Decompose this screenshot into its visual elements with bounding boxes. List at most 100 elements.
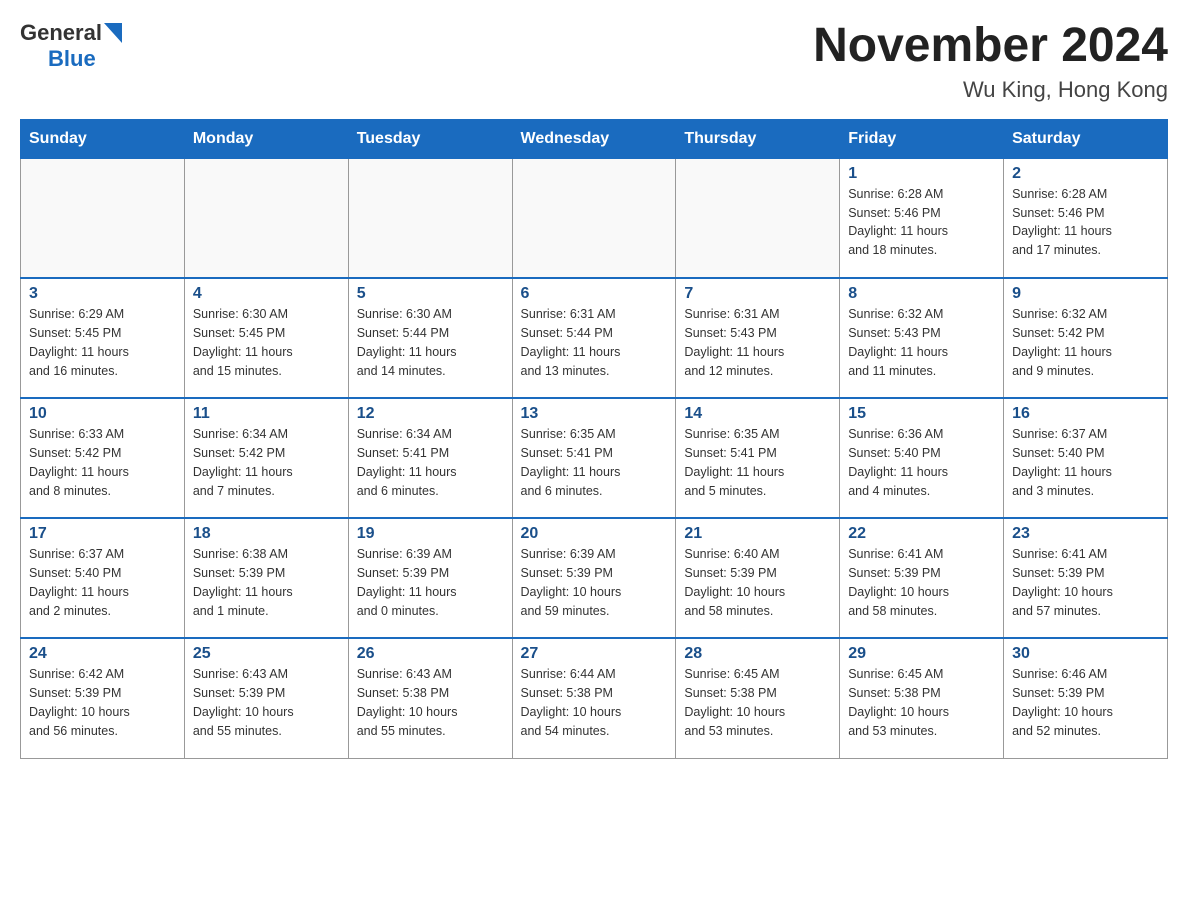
day-number: 6 [521, 285, 668, 303]
calendar-cell: 11Sunrise: 6:34 AMSunset: 5:42 PMDayligh… [184, 398, 348, 518]
day-number: 27 [521, 645, 668, 663]
day-info: Sunrise: 6:45 AMSunset: 5:38 PMDaylight:… [848, 665, 995, 740]
calendar-cell: 5Sunrise: 6:30 AMSunset: 5:44 PMDaylight… [348, 278, 512, 398]
day-number: 1 [848, 165, 995, 183]
day-info: Sunrise: 6:32 AMSunset: 5:42 PMDaylight:… [1012, 305, 1159, 380]
day-number: 12 [357, 405, 504, 423]
weekday-header-tuesday: Tuesday [348, 119, 512, 158]
day-number: 20 [521, 525, 668, 543]
day-info: Sunrise: 6:40 AMSunset: 5:39 PMDaylight:… [684, 545, 831, 620]
calendar-cell: 10 Sunrise: 6:33 AMSunset: 5:42 PMDayligh… [21, 398, 185, 518]
day-info: Sunrise: 6:38 AMSunset: 5:39 PMDaylight:… [193, 545, 340, 620]
day-info: Sunrise: 6:29 AMSunset: 5:45 PMDaylight:… [29, 305, 176, 380]
day-number: 3 [29, 285, 176, 303]
day-number: 24 [29, 645, 176, 663]
day-info: Sunrise: 6:31 AMSunset: 5:43 PMDaylight:… [684, 305, 831, 380]
day-number: 2 [1012, 165, 1159, 183]
calendar-cell: 20 Sunrise: 6:39 AMSunset: 5:39 PMDayligh… [512, 518, 676, 638]
day-info: Sunrise: 6:28 AMSunset: 5:46 PMDaylight:… [848, 185, 995, 260]
day-number: 10 [29, 405, 176, 423]
weekday-header-wednesday: Wednesday [512, 119, 676, 158]
calendar-cell: 12Sunrise: 6:34 AMSunset: 5:41 PMDayligh… [348, 398, 512, 518]
day-number: 28 [684, 645, 831, 663]
weekday-header-monday: Monday [184, 119, 348, 158]
day-number: 15 [848, 405, 995, 423]
day-info: Sunrise: 6:39 AMSunset: 5:39 PMDaylight:… [521, 545, 668, 620]
day-info: Sunrise: 6:32 AMSunset: 5:43 PMDaylight:… [848, 305, 995, 380]
calendar-cell: 13Sunrise: 6:35 AMSunset: 5:41 PMDayligh… [512, 398, 676, 518]
week-row-4: 17 Sunrise: 6:37 AMSunset: 5:40 PMDayligh… [21, 518, 1168, 638]
day-number: 25 [193, 645, 340, 663]
calendar-cell: 2 Sunrise: 6:28 AMSunset: 5:46 PMDaylight… [1004, 158, 1168, 278]
logo-general-text: General [20, 20, 102, 46]
calendar-cell: 30Sunrise: 6:46 AMSunset: 5:39 PMDayligh… [1004, 638, 1168, 758]
day-number: 26 [357, 645, 504, 663]
week-row-1: 1 Sunrise: 6:28 AMSunset: 5:46 PMDaylight… [21, 158, 1168, 278]
day-number: 16 [1012, 405, 1159, 423]
calendar-cell: 18Sunrise: 6:38 AMSunset: 5:39 PMDayligh… [184, 518, 348, 638]
weekday-header-saturday: Saturday [1004, 119, 1168, 158]
calendar-cell: 28 Sunrise: 6:45 AMSunset: 5:38 PMDayligh… [676, 638, 840, 758]
logo: General Blue [20, 20, 122, 72]
calendar-cell: 8 Sunrise: 6:32 AMSunset: 5:43 PMDaylight… [840, 278, 1004, 398]
calendar-cell: 27 Sunrise: 6:44 AMSunset: 5:38 PMDayligh… [512, 638, 676, 758]
weekday-header-row: SundayMondayTuesdayWednesdayThursdayFrid… [21, 119, 1168, 158]
weekday-header-friday: Friday [840, 119, 1004, 158]
calendar-cell: 22 Sunrise: 6:41 AMSunset: 5:39 PMDayligh… [840, 518, 1004, 638]
day-info: Sunrise: 6:45 AMSunset: 5:38 PMDaylight:… [684, 665, 831, 740]
day-number: 14 [684, 405, 831, 423]
day-number: 7 [684, 285, 831, 303]
day-number: 30 [1012, 645, 1159, 663]
day-info: Sunrise: 6:28 AMSunset: 5:46 PMDaylight:… [1012, 185, 1159, 260]
day-info: Sunrise: 6:42 AMSunset: 5:39 PMDaylight:… [29, 665, 176, 740]
day-number: 21 [684, 525, 831, 543]
day-info: Sunrise: 6:37 AMSunset: 5:40 PMDaylight:… [29, 545, 176, 620]
logo-triangle-icon [104, 23, 122, 43]
day-info: Sunrise: 6:31 AMSunset: 5:44 PMDaylight:… [521, 305, 668, 380]
calendar-cell: 15Sunrise: 6:36 AMSunset: 5:40 PMDayligh… [840, 398, 1004, 518]
calendar-cell: 24 Sunrise: 6:42 AMSunset: 5:39 PMDayligh… [21, 638, 185, 758]
day-info: Sunrise: 6:35 AMSunset: 5:41 PMDaylight:… [684, 425, 831, 500]
day-info: Sunrise: 6:41 AMSunset: 5:39 PMDaylight:… [1012, 545, 1159, 620]
day-info: Sunrise: 6:41 AMSunset: 5:39 PMDaylight:… [848, 545, 995, 620]
day-number: 17 [29, 525, 176, 543]
calendar-cell [676, 158, 840, 278]
calendar-cell [184, 158, 348, 278]
day-number: 9 [1012, 285, 1159, 303]
weekday-header-sunday: Sunday [21, 119, 185, 158]
calendar-cell: 14 Sunrise: 6:35 AMSunset: 5:41 PMDayligh… [676, 398, 840, 518]
calendar-cell: 26 Sunrise: 6:43 AMSunset: 5:38 PMDayligh… [348, 638, 512, 758]
day-info: Sunrise: 6:33 AMSunset: 5:42 PMDaylight:… [29, 425, 176, 500]
calendar-cell: 25 Sunrise: 6:43 AMSunset: 5:39 PMDayligh… [184, 638, 348, 758]
calendar-cell: 16Sunrise: 6:37 AMSunset: 5:40 PMDayligh… [1004, 398, 1168, 518]
calendar-cell: 29Sunrise: 6:45 AMSunset: 5:38 PMDayligh… [840, 638, 1004, 758]
day-info: Sunrise: 6:44 AMSunset: 5:38 PMDaylight:… [521, 665, 668, 740]
day-info: Sunrise: 6:39 AMSunset: 5:39 PMDaylight:… [357, 545, 504, 620]
day-number: 4 [193, 285, 340, 303]
calendar-cell: 9 Sunrise: 6:32 AMSunset: 5:42 PMDaylight… [1004, 278, 1168, 398]
day-info: Sunrise: 6:43 AMSunset: 5:38 PMDaylight:… [357, 665, 504, 740]
day-number: 8 [848, 285, 995, 303]
day-info: Sunrise: 6:43 AMSunset: 5:39 PMDaylight:… [193, 665, 340, 740]
day-number: 13 [521, 405, 668, 423]
calendar-table: SundayMondayTuesdayWednesdayThursdayFrid… [20, 119, 1168, 759]
calendar-cell: 7 Sunrise: 6:31 AMSunset: 5:43 PMDaylight… [676, 278, 840, 398]
calendar-cell: 6 Sunrise: 6:31 AMSunset: 5:44 PMDaylight… [512, 278, 676, 398]
calendar-cell: 1 Sunrise: 6:28 AMSunset: 5:46 PMDaylight… [840, 158, 1004, 278]
day-number: 23 [1012, 525, 1159, 543]
calendar-cell [348, 158, 512, 278]
calendar-cell [21, 158, 185, 278]
location-subtitle: Wu King, Hong Kong [813, 77, 1168, 103]
calendar-cell: 4 Sunrise: 6:30 AMSunset: 5:45 PMDaylight… [184, 278, 348, 398]
calendar-cell: 23 Sunrise: 6:41 AMSunset: 5:39 PMDayligh… [1004, 518, 1168, 638]
week-row-5: 24 Sunrise: 6:42 AMSunset: 5:39 PMDayligh… [21, 638, 1168, 758]
day-info: Sunrise: 6:30 AMSunset: 5:45 PMDaylight:… [193, 305, 340, 380]
logo-blue-text: Blue [48, 46, 122, 72]
calendar-cell: 21 Sunrise: 6:40 AMSunset: 5:39 PMDayligh… [676, 518, 840, 638]
weekday-header-thursday: Thursday [676, 119, 840, 158]
calendar-cell: 3 Sunrise: 6:29 AMSunset: 5:45 PMDaylight… [21, 278, 185, 398]
title-area: November 2024 Wu King, Hong Kong [813, 20, 1168, 103]
calendar-cell: 19Sunrise: 6:39 AMSunset: 5:39 PMDayligh… [348, 518, 512, 638]
day-number: 22 [848, 525, 995, 543]
day-number: 5 [357, 285, 504, 303]
